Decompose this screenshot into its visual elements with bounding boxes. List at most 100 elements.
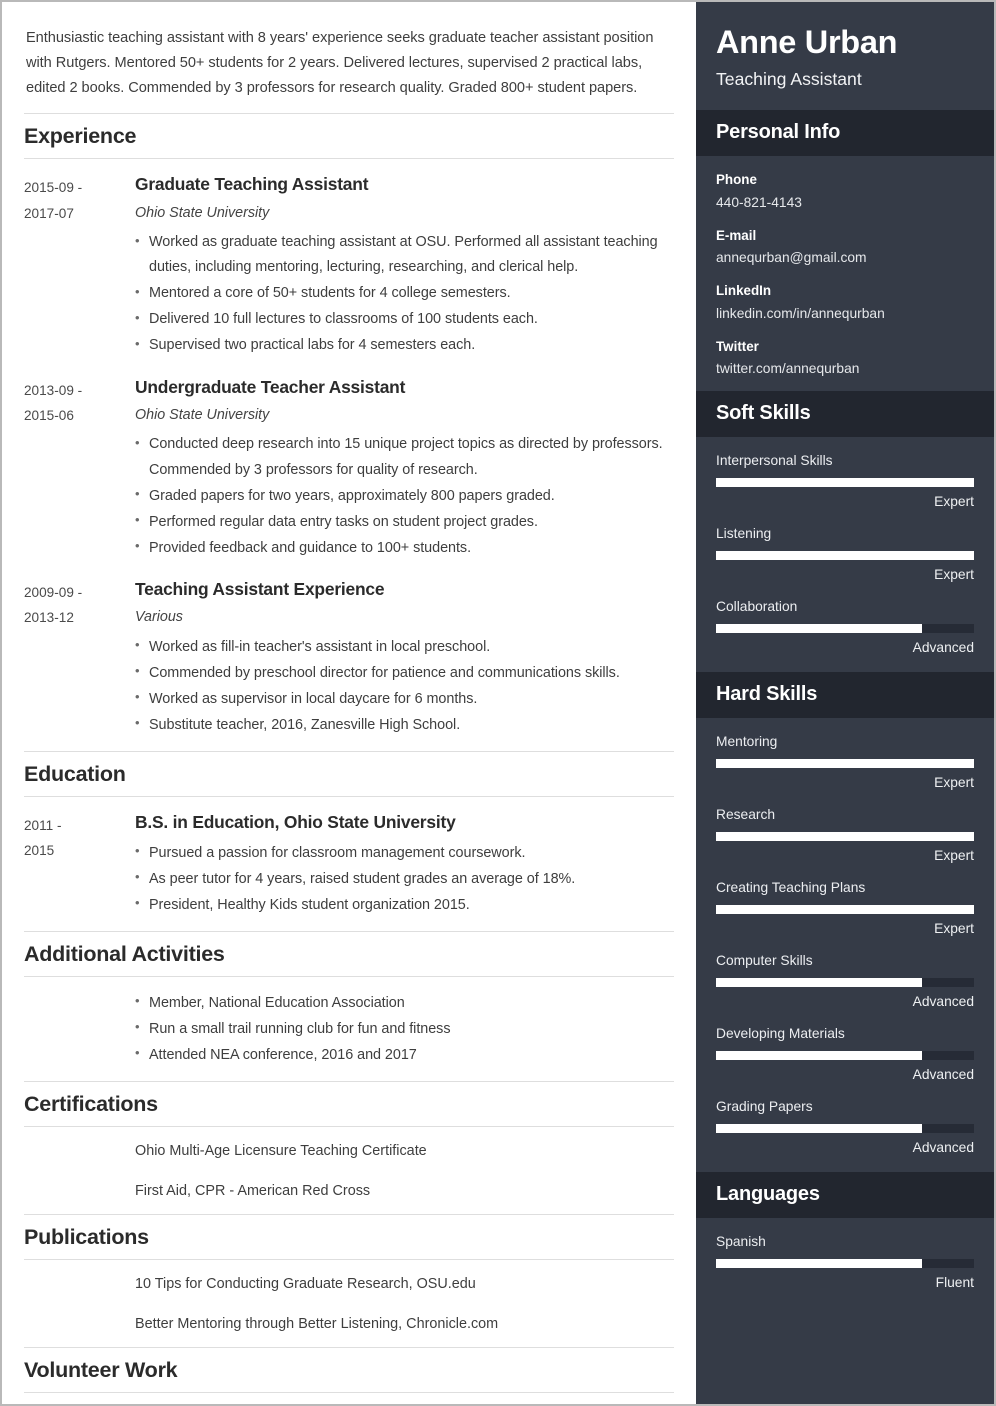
resume-section: Volunteer Work Assist with regular semina…: [24, 1347, 674, 1404]
section-body: 2015-09 - 2017-07 Graduate Teaching Assis…: [24, 159, 674, 739]
contact-value[interactable]: linkedin.com/in/annequrban: [716, 304, 974, 324]
skill-name: Listening: [716, 526, 772, 542]
plain-entry-text: Ohio Multi-Age Licensure Teaching Certif…: [135, 1142, 427, 1159]
entry-organization: Ohio State University: [135, 204, 270, 221]
entry-bullet-list: Pursued a passion for classroom manageme…: [135, 840, 674, 918]
skill-progress-fill: [716, 624, 923, 634]
section-header: Volunteer Work: [24, 1347, 674, 1394]
contact-value[interactable]: twitter.com/annequrban: [716, 359, 974, 379]
skill-level-label: Expert: [934, 567, 974, 583]
skill-progress-fill: [716, 1258, 923, 1268]
resume-sidebar: Anne Urban Teaching Assistant Personal I…: [696, 2, 994, 1404]
entry-bullet: Delivered 10 full lectures to classrooms…: [135, 307, 674, 332]
resume-section: Additional Activities Member, National Ed…: [24, 930, 674, 1069]
plain-entry: 10 Tips for Conducting Graduate Research…: [24, 1274, 674, 1296]
skill-level-label: Fluent: [935, 1274, 974, 1290]
skill-progress-bar: [716, 905, 974, 915]
skill-progress-fill: [716, 832, 974, 842]
soft-skills-header: Soft Skills: [696, 391, 994, 438]
skill-progress-bar: [716, 978, 974, 988]
hard-skills-list: Mentoring Expert Research Expert Creating Te…: [696, 718, 994, 1172]
skill-level-label: Advanced: [912, 1067, 974, 1083]
entry-bullet-list: Conducted deep research into 15 unique p…: [135, 432, 674, 560]
skill-progress-bar: [716, 832, 974, 842]
plain-entry-text: 10 Tips for Conducting Graduate Research…: [135, 1276, 476, 1293]
personal-info-heading: Personal Info: [716, 121, 841, 144]
section-body: Assist with regular seminars on animal h…: [24, 1393, 674, 1404]
skill-progress-fill: [716, 905, 974, 915]
entry-title: Teaching Assistant Experience: [135, 578, 385, 599]
skill-row: Listening Expert: [716, 524, 974, 585]
entry-bullet: Commended by preschool director for pati…: [135, 660, 674, 686]
activity-list: Member, National Education AssociationRu…: [135, 990, 674, 1069]
skill-level-label: Advanced: [912, 994, 974, 1010]
skill-row: Grading Papers Advanced: [716, 1097, 974, 1158]
section-header: Education: [24, 750, 674, 797]
entry-bullet: Worked as fill-in teacher's assistant in…: [135, 634, 674, 660]
section-title: Experience: [24, 124, 137, 149]
hard-skills-heading: Hard Skills: [716, 682, 818, 705]
section-body: Ohio Multi-Age Licensure Teaching Certif…: [24, 1127, 674, 1202]
entry-dates: 2015-09 - 2017-07: [24, 180, 83, 221]
resume-entry: 2011 - 2015 B.S. in Education, Ohio State…: [24, 811, 674, 919]
contact-label: LinkedIn: [716, 283, 772, 299]
skill-progress-fill: [716, 759, 974, 769]
plain-entry: Ohio Multi-Age Licensure Teaching Certif…: [24, 1141, 674, 1163]
skill-level-label: Expert: [934, 848, 974, 864]
resume-entry: 2013-09 - 2015-06 Undergraduate Teacher A…: [24, 376, 674, 562]
skill-level-label: Expert: [934, 921, 974, 937]
languages-header: Languages: [696, 1171, 994, 1218]
entry-bullet: Mentored a core of 50+ students for 4 co…: [135, 281, 674, 306]
candidate-role: Teaching Assistant: [716, 69, 862, 90]
skill-name: Interpersonal Skills: [716, 453, 833, 469]
plain-entry-text: First Aid, CPR - American Red Cross: [135, 1182, 371, 1199]
entry-content: B.S. in Education, Ohio State University…: [135, 811, 674, 919]
resume-section: Publications 10 Tips for Conducting Gradu…: [24, 1214, 674, 1335]
contact-label: Phone: [716, 172, 757, 188]
skill-row: Research Expert: [716, 805, 974, 866]
identity-block: Anne Urban Teaching Assistant: [696, 2, 994, 111]
entry-organization: Ohio State University: [135, 407, 270, 424]
section-header: Certifications: [24, 1080, 674, 1127]
skill-progress-bar: [716, 1258, 974, 1268]
skill-level-label: Advanced: [912, 1139, 974, 1155]
contact-value[interactable]: 440-821-4143: [716, 193, 974, 213]
entry-dates: 2009-09 - 2013-12: [24, 584, 83, 626]
section-body: 10 Tips for Conducting Graduate Research…: [24, 1260, 674, 1335]
plain-entry: First Aid, CPR - American Red Cross: [24, 1181, 674, 1203]
professional-summary: Enthusiastic teaching assistant with 8 y…: [26, 30, 654, 97]
entry-bullet: Worked as supervisor in local daycare fo…: [135, 686, 674, 712]
section-title: Additional Activities: [24, 941, 225, 966]
contact-value[interactable]: annequrban@gmail.com: [716, 248, 974, 268]
candidate-name: Anne Urban: [716, 24, 898, 60]
skill-progress-bar: [716, 759, 974, 769]
entry-bullet: Substitute teacher, 2016, Zanesville Hig…: [135, 712, 674, 738]
entry-organization: Various: [135, 609, 183, 626]
entry-bullet: As peer tutor for 4 years, raised studen…: [135, 866, 674, 892]
activity-item: Run a small trail running club for fun a…: [135, 1016, 674, 1042]
activity-item: Member, National Education Association: [135, 990, 674, 1016]
resume-main-column: Enthusiastic teaching assistant with 8 y…: [2, 2, 696, 1404]
skill-row: Developing Materials Advanced: [716, 1024, 974, 1085]
activities-block: Member, National Education AssociationRu…: [24, 990, 674, 1069]
skill-row: Interpersonal Skills Expert: [716, 451, 974, 512]
section-header: Experience: [24, 113, 674, 160]
resume-entry: 2009-09 - 2013-12 Teaching Assistant Expe…: [24, 578, 674, 739]
skill-progress-fill: [716, 478, 974, 488]
entry-bullet: Conducted deep research into 15 unique p…: [135, 432, 674, 482]
section-title: Certifications: [24, 1091, 158, 1116]
contact-item: Twitter twitter.com/annequrban: [716, 337, 974, 379]
entry-bullet: Graded papers for two years, approximate…: [135, 483, 674, 509]
skill-name: Creating Teaching Plans: [716, 879, 866, 895]
skill-progress-fill: [716, 1051, 923, 1061]
skill-row: Creating Teaching Plans Expert: [716, 878, 974, 939]
section-title: Education: [24, 761, 126, 786]
skill-level-label: Expert: [934, 494, 974, 510]
contact-item: LinkedIn linkedin.com/in/annequrban: [716, 281, 974, 323]
resume-section: Education 2011 - 2015 B.S. in Education, O…: [24, 750, 674, 919]
entry-bullet-list: Worked as fill-in teacher's assistant in…: [135, 634, 674, 738]
section-header: Additional Activities: [24, 930, 674, 977]
contact-item: E-mail annequrban@gmail.com: [716, 226, 974, 268]
contact-item: Phone 440-821-4143: [716, 170, 974, 212]
skill-name: Developing Materials: [716, 1025, 845, 1041]
